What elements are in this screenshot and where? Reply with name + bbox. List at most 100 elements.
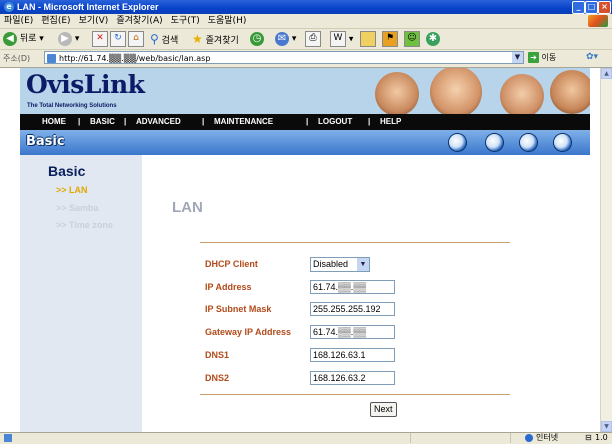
mail-button[interactable]: ✉ ▾ bbox=[275, 31, 296, 47]
top-nav: HOME | BASIC | ADVANCED | MAINTENANCE | … bbox=[20, 114, 590, 130]
nav-advanced[interactable]: ADVANCED bbox=[136, 114, 181, 130]
ip-address-label: IP Address bbox=[205, 282, 252, 292]
window-title-bar[interactable]: e LAN - Microsoft Internet Explorer _ □ … bbox=[0, 0, 612, 14]
forward-arrow-icon: ▶ bbox=[58, 31, 72, 46]
stop-icon: ✕ bbox=[92, 31, 108, 47]
favorites-button[interactable]: ★ 즐겨찾기 bbox=[192, 31, 239, 47]
search-button[interactable]: ⚲ 검색 bbox=[150, 31, 178, 47]
gateway-input[interactable]: 61.74.▒▒.▒▒ bbox=[310, 325, 395, 339]
nav-separator: | bbox=[124, 117, 127, 126]
address-input[interactable]: http://61.74.▒▒.▒▒/web/basic/lan.asp ▼ bbox=[44, 51, 524, 64]
menu-bar: 파일(E) 편집(E) 보기(V) 즐겨찾기(A) 도구(T) 도움말(H) bbox=[0, 14, 612, 29]
dns1-input[interactable]: 168.126.63.1 bbox=[310, 348, 395, 362]
edit-button[interactable]: W ▾ bbox=[330, 31, 353, 47]
dhcp-value: Disabled bbox=[313, 259, 349, 269]
folder-button[interactable] bbox=[360, 31, 376, 47]
minimize-button[interactable]: _ bbox=[572, 1, 585, 14]
banner-photo-child-1 bbox=[375, 72, 419, 116]
forward-button[interactable]: ▶ ▾ bbox=[58, 31, 79, 47]
logo-tagline: The Total Networking Solutions bbox=[27, 103, 117, 109]
tools-icon: ✱ bbox=[426, 31, 440, 46]
home-icon: ⌂ bbox=[128, 31, 144, 47]
subnet-mask-label: IP Subnet Mask bbox=[205, 304, 272, 314]
page-viewport: OvisLink The Total Networking Solutions … bbox=[0, 68, 600, 432]
section-banner: Basic bbox=[20, 130, 590, 155]
address-bar: 주소(D) http://61.74.▒▒.▒▒/web/basic/lan.a… bbox=[0, 50, 612, 68]
back-arrow-icon: ◀ bbox=[3, 31, 17, 46]
sidebar-item-samba[interactable]: >> Samba bbox=[56, 203, 99, 213]
internet-zone-icon bbox=[525, 434, 533, 442]
menu-file[interactable]: 파일(E) bbox=[0, 14, 37, 28]
dhcp-label: DHCP Client bbox=[205, 259, 258, 269]
banner-photo-child-3 bbox=[500, 74, 544, 118]
chevron-down-icon: ▼ bbox=[357, 258, 369, 271]
form-top-divider bbox=[200, 242, 510, 243]
dns2-label: DNS2 bbox=[205, 373, 230, 383]
stop-button[interactable]: ✕ bbox=[92, 31, 108, 47]
nav-basic[interactable]: BASIC bbox=[90, 114, 115, 130]
page-icon bbox=[47, 54, 56, 63]
nav-help[interactable]: HELP bbox=[380, 114, 401, 130]
nav-logout[interactable]: LOGOUT bbox=[318, 114, 352, 130]
print-icon: ⎙ bbox=[305, 31, 321, 47]
nav-home[interactable]: HOME bbox=[42, 114, 66, 130]
maximize-button[interactable]: □ bbox=[585, 1, 598, 14]
refresh-button[interactable]: ↻ bbox=[110, 31, 126, 47]
mail-icon: ✉ bbox=[275, 31, 289, 46]
address-url: http://61.74.▒▒.▒▒/web/basic/lan.asp bbox=[59, 54, 211, 63]
favorites-label: 즐겨찾기 bbox=[205, 36, 239, 46]
ip-address-input[interactable]: 61.74.▒▒.▒▒ bbox=[310, 280, 395, 294]
home-button[interactable]: ⌂ bbox=[128, 31, 144, 47]
menu-help[interactable]: 도움말(H) bbox=[204, 14, 251, 28]
scroll-up-icon[interactable]: ▲ bbox=[601, 68, 612, 79]
sidebar-item-time-zone[interactable]: >> Time zone bbox=[56, 220, 113, 230]
menu-view[interactable]: 보기(V) bbox=[75, 14, 113, 28]
ie-icon: e bbox=[4, 2, 14, 12]
dns1-label: DNS1 bbox=[205, 350, 230, 360]
close-button[interactable]: × bbox=[598, 1, 611, 14]
zoom-level: 1.0 bbox=[595, 433, 608, 442]
nav-separator: | bbox=[306, 117, 309, 126]
address-label: 주소(D) bbox=[3, 54, 31, 63]
banner-photo-child-2 bbox=[430, 68, 482, 118]
sidebar-heading: Basic bbox=[48, 163, 86, 179]
dns2-input[interactable]: 168.126.63.2 bbox=[310, 371, 395, 385]
sidebar-item-lan[interactable]: >> LAN bbox=[56, 185, 88, 195]
menu-edit[interactable]: 편집(E) bbox=[37, 14, 74, 28]
globe-icon bbox=[554, 134, 571, 151]
tools-button[interactable]: ✱ bbox=[426, 31, 440, 47]
nav-maintenance[interactable]: MAINTENANCE bbox=[214, 114, 273, 130]
banner-photo-child-4 bbox=[550, 70, 590, 114]
globe-icon bbox=[520, 134, 537, 151]
globe-icon bbox=[449, 134, 466, 151]
subnet-mask-input[interactable]: 255.255.255.192 bbox=[310, 302, 395, 316]
nav-separator: | bbox=[368, 117, 371, 126]
folder-icon bbox=[360, 31, 376, 47]
zoom-icon: ⊟ bbox=[585, 433, 592, 442]
status-divider bbox=[410, 433, 411, 443]
form-bottom-divider bbox=[200, 394, 510, 395]
section-banner-title: Basic bbox=[26, 134, 65, 149]
history-button[interactable]: ◷ bbox=[250, 31, 264, 47]
print-button[interactable]: ⎙ bbox=[305, 31, 321, 47]
search-label: 검색 bbox=[161, 36, 179, 46]
address-dropdown-icon[interactable]: ▼ bbox=[512, 52, 523, 63]
next-button[interactable]: Next bbox=[370, 402, 397, 417]
scroll-down-icon[interactable]: ▼ bbox=[601, 421, 612, 432]
messenger-button[interactable]: ☺ bbox=[404, 31, 420, 47]
back-button[interactable]: ◀ 뒤로 ▾ bbox=[3, 31, 44, 47]
research-button[interactable]: ⚑ bbox=[382, 31, 398, 47]
menu-tools[interactable]: 도구(T) bbox=[167, 14, 204, 28]
history-icon: ◷ bbox=[250, 31, 264, 46]
go-button[interactable]: ➔ 이동 bbox=[528, 51, 568, 65]
nav-separator: | bbox=[202, 117, 205, 126]
page-title: LAN bbox=[172, 199, 203, 216]
edit-icon: W bbox=[330, 31, 346, 47]
dhcp-select[interactable]: Disabled ▼ bbox=[310, 257, 370, 272]
ovislink-logo: OvisLink bbox=[26, 70, 145, 99]
windows-logo-icon bbox=[588, 15, 608, 27]
menu-favorites[interactable]: 즐겨찾기(A) bbox=[112, 14, 166, 28]
links-icon[interactable]: ✿▾ bbox=[586, 52, 598, 62]
vertical-scrollbar[interactable]: ▲ ▼ bbox=[600, 68, 612, 432]
refresh-icon: ↻ bbox=[110, 31, 126, 47]
